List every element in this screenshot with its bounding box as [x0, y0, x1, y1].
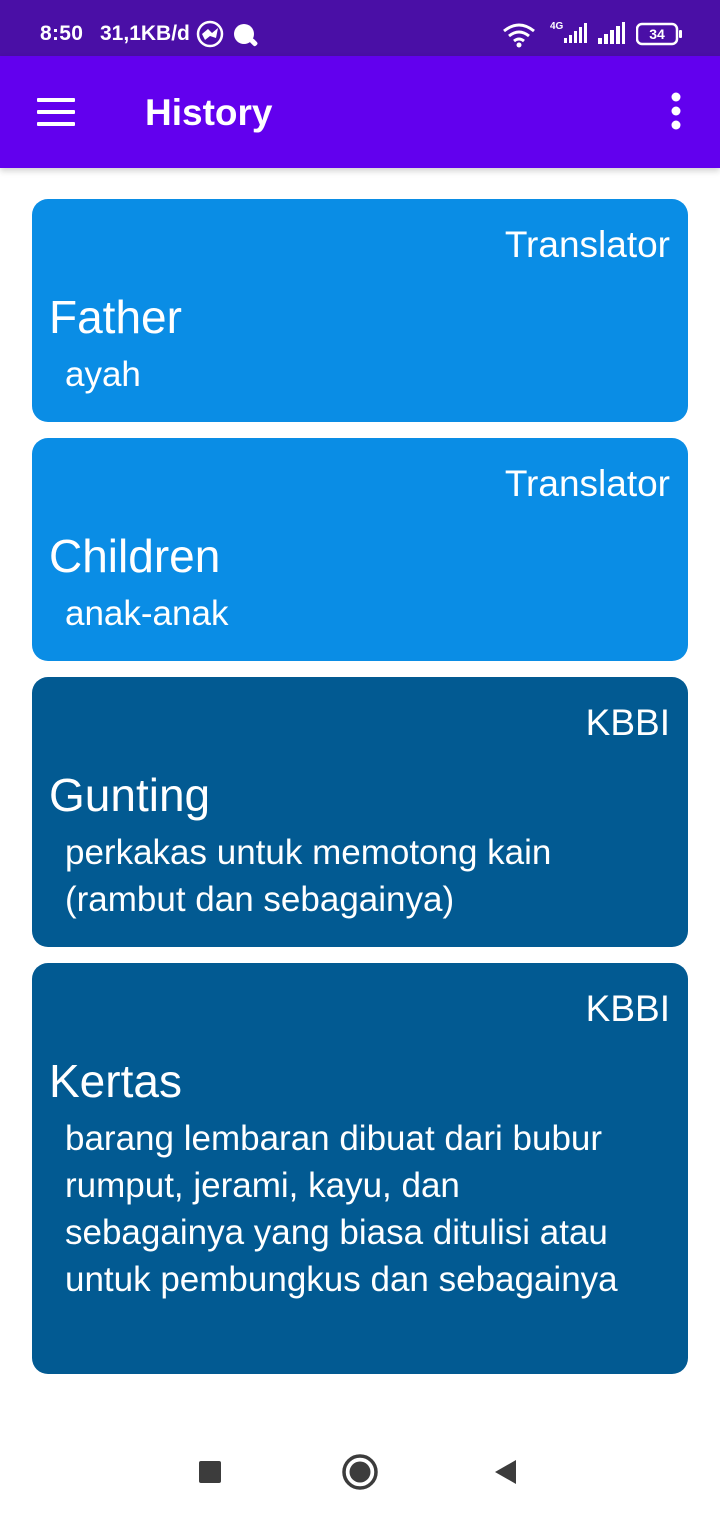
history-word: Children	[49, 530, 221, 582]
more-vert-icon	[671, 92, 681, 130]
wifi-icon	[502, 22, 536, 53]
status-bar: 8:50 31,1KB/d 4G 34	[0, 0, 720, 56]
history-source: Translator	[504, 463, 670, 504]
history-meaning: anak-anak	[65, 594, 229, 633]
back-triangle-icon	[495, 1460, 516, 1484]
history-source: Translator	[504, 224, 670, 265]
status-time: 8:50	[40, 22, 84, 45]
history-word: Father	[49, 291, 182, 343]
history-card[interactable]: KBBI Gunting perkakas untuk memotong kai…	[32, 677, 688, 947]
back-button[interactable]	[486, 1452, 526, 1492]
more-options-button[interactable]	[650, 84, 702, 140]
svg-text:4G: 4G	[550, 21, 564, 32]
home-circle-icon	[342, 1454, 378, 1490]
search-notification-icon	[232, 22, 260, 55]
recents-square-icon	[199, 1461, 221, 1483]
vpn-icon	[196, 20, 224, 53]
history-card[interactable]: KBBI Kertas barang lembaran dibuat dari …	[32, 963, 688, 1374]
page-title: History	[145, 92, 273, 133]
battery-icon: 34	[635, 22, 684, 51]
app-bar: History	[0, 56, 720, 168]
system-navigation-bar	[0, 1420, 720, 1520]
history-card[interactable]: Translator Children anak-anak	[32, 438, 688, 661]
menu-button[interactable]	[28, 84, 84, 140]
history-meaning: ayah	[65, 355, 141, 394]
svg-text:34: 34	[649, 26, 665, 42]
history-list: Translator Father ayah Translator Childr…	[32, 199, 688, 1390]
history-meaning: barang lembaran dibuat dari bubur rumput…	[65, 1119, 618, 1299]
menu-icon	[37, 98, 75, 126]
home-button[interactable]	[336, 1448, 384, 1496]
history-source: KBBI	[585, 702, 670, 743]
recents-button[interactable]	[190, 1452, 230, 1492]
history-meaning: perkakas untuk memotong kain (rambut dan…	[65, 833, 552, 919]
network-speed: 31,1KB/d	[100, 22, 190, 45]
signal-4g-icon: 4G	[548, 18, 590, 53]
signal-icon	[596, 22, 626, 51]
history-word: Kertas	[49, 1055, 182, 1107]
history-word: Gunting	[49, 769, 211, 821]
history-card[interactable]: Translator Father ayah	[32, 199, 688, 422]
history-source: KBBI	[585, 988, 670, 1029]
